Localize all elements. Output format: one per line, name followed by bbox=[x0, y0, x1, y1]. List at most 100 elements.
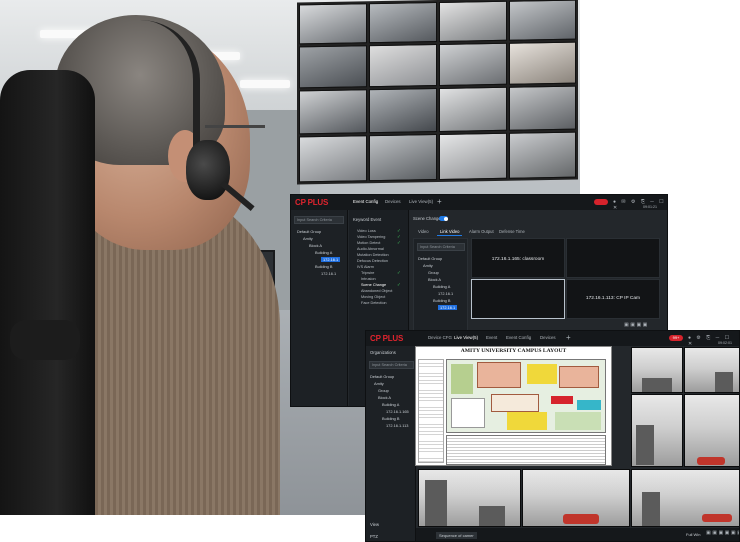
window-control-icons[interactable]: ● ✉ ⚙ ⎘ ─ ☐ ✕ bbox=[613, 199, 667, 211]
tab-device-cfg[interactable]: Device CFG bbox=[428, 335, 452, 340]
tree-item[interactable]: Amity bbox=[374, 381, 384, 386]
event-item[interactable]: Video Tampering bbox=[357, 235, 385, 239]
office-chair bbox=[0, 70, 95, 515]
cctv-video-wall bbox=[297, 0, 578, 185]
tree-item[interactable]: Default Group bbox=[297, 229, 321, 234]
search-input[interactable]: Input Search Criteria bbox=[294, 216, 344, 224]
tab-defense-time[interactable]: Defense Time bbox=[496, 228, 528, 235]
event-item[interactable]: Face Detection bbox=[361, 301, 387, 305]
scene-change-toggle[interactable] bbox=[439, 216, 448, 221]
camera-feed[interactable] bbox=[631, 347, 683, 393]
tree-item[interactable]: Building B bbox=[315, 264, 333, 269]
add-tab-button[interactable]: + bbox=[437, 197, 442, 206]
tree-item[interactable]: Amity bbox=[303, 236, 313, 241]
layout-buttons[interactable]: ▣▣▣▣▣▣ bbox=[706, 530, 739, 536]
tree-item[interactable]: 172.16.1 bbox=[321, 271, 336, 276]
tab-link-video[interactable]: Link Video bbox=[437, 228, 463, 236]
tree-item[interactable]: Group bbox=[428, 270, 439, 275]
tree-item[interactable]: Block A bbox=[378, 395, 391, 400]
tab-devices[interactable]: Devices bbox=[385, 199, 401, 204]
clock: 09:01:21 bbox=[643, 205, 657, 209]
camera-feed[interactable] bbox=[522, 469, 630, 527]
video-cell[interactable] bbox=[566, 238, 660, 278]
event-item[interactable]: Mutation Detection bbox=[357, 253, 389, 257]
tree-item[interactable]: Block A bbox=[309, 243, 322, 248]
check-icon: ✓ bbox=[397, 282, 401, 287]
alarm-badge[interactable]: 99+ bbox=[669, 335, 683, 341]
camera-feed[interactable] bbox=[684, 347, 739, 393]
ptz-section[interactable]: PTZ bbox=[370, 534, 378, 539]
event-item[interactable]: Audio Abnormal bbox=[357, 247, 384, 251]
tree-item[interactable]: 172.16.1.165 bbox=[386, 409, 409, 414]
event-item[interactable]: Defocus Detection bbox=[357, 259, 388, 263]
titlebar: CP PLUS Device CFG Live View(5) Event Ev… bbox=[366, 331, 739, 347]
tab-alarm-output[interactable]: Alarm Output bbox=[466, 228, 497, 235]
camera-feed[interactable] bbox=[631, 469, 739, 527]
tab-event[interactable]: Event bbox=[486, 335, 497, 340]
headset-icon bbox=[186, 140, 230, 200]
event-item[interactable]: Intrusion bbox=[361, 277, 376, 281]
cp-plus-logo: CP PLUS bbox=[295, 198, 329, 207]
panel-title: Keyword Event bbox=[353, 217, 382, 222]
ceiling-light bbox=[240, 80, 290, 88]
sequence-dropdown[interactable]: Sequence of camer bbox=[436, 532, 477, 539]
composite-stage: CP PLUS Event Config Devices Live View(5… bbox=[0, 0, 740, 542]
tree-item[interactable]: 172.16.1.113 bbox=[386, 423, 408, 428]
video-cell[interactable]: 172.16.1.113: CP IP Cam bbox=[566, 279, 660, 319]
event-item[interactable]: Motion Detect bbox=[357, 241, 380, 245]
campus-floor-plan bbox=[446, 359, 606, 433]
tree-item[interactable]: Default Group bbox=[370, 374, 394, 379]
tree-item[interactable]: 172.16.1 bbox=[438, 291, 453, 296]
cell-camera-label: 172.16.1.113: CP IP Cam bbox=[585, 296, 641, 301]
clock: 09:02:01 bbox=[718, 341, 732, 345]
camera-feed[interactable] bbox=[631, 394, 683, 467]
map-legend-column bbox=[418, 359, 444, 463]
cp-plus-logo: CP PLUS bbox=[370, 334, 404, 343]
scene-change-label: Scene Change bbox=[413, 216, 441, 221]
map-title: AMITY UNIVERSITY CAMPUS LAYOUT bbox=[460, 348, 567, 354]
full-window-dropdown[interactable]: Full Win bbox=[686, 532, 700, 537]
tree-item[interactable]: Building B bbox=[382, 416, 400, 421]
event-item[interactable]: Moving Object bbox=[361, 295, 385, 299]
check-icon: ✓ bbox=[397, 240, 401, 245]
organizations-panel: Organizations Input Search Criteria Defa… bbox=[366, 346, 416, 541]
tab-event-config[interactable]: Event Config bbox=[506, 335, 531, 340]
tree-item[interactable]: Block A bbox=[428, 277, 441, 282]
glasses bbox=[205, 125, 265, 135]
event-item[interactable]: Video Loss bbox=[357, 229, 376, 233]
tab-devices[interactable]: Devices bbox=[540, 335, 556, 340]
titlebar: CP PLUS Event Config Devices Live View(5… bbox=[291, 195, 667, 211]
camera-feed[interactable] bbox=[418, 469, 521, 527]
video-cell[interactable]: 172.16.1.165: classroom bbox=[471, 238, 565, 278]
search-input[interactable]: Input Search Criteria bbox=[417, 243, 465, 251]
event-item[interactable]: Tripwire bbox=[361, 271, 374, 275]
tree-item[interactable]: Building A bbox=[382, 402, 399, 407]
alarm-badge[interactable] bbox=[594, 199, 608, 205]
camera-feed[interactable] bbox=[684, 394, 739, 467]
tree-item[interactable]: Group bbox=[378, 388, 389, 393]
event-item[interactable]: IVS Alarm bbox=[357, 265, 374, 269]
tab-live-view[interactable]: Live View(5) bbox=[454, 335, 478, 340]
tree-item[interactable]: Default Group bbox=[418, 256, 442, 261]
tree-item-selected[interactable]: 172.16.1 bbox=[438, 305, 458, 310]
map-data-table bbox=[446, 435, 606, 465]
tree-item[interactable]: Building A bbox=[433, 284, 450, 289]
view-section[interactable]: View bbox=[370, 522, 379, 527]
tree-item[interactable]: Amity bbox=[423, 263, 433, 268]
tree-item[interactable]: Building A bbox=[315, 250, 332, 255]
panel-title: Organizations bbox=[370, 350, 396, 355]
event-item[interactable]: Abandoned Object bbox=[361, 289, 392, 293]
bottom-toolbar: Sequence of camer Full Win ▣▣▣▣▣▣ bbox=[416, 528, 739, 541]
search-input[interactable]: Input Search Criteria bbox=[369, 361, 414, 369]
event-item-selected[interactable]: Scene Change bbox=[361, 283, 386, 287]
tab-event-config[interactable]: Event Config bbox=[353, 199, 378, 204]
add-tab-button[interactable]: + bbox=[566, 333, 571, 342]
tree-item-selected[interactable]: 172.16.1 bbox=[321, 257, 341, 262]
campus-map[interactable]: AMITY UNIVERSITY CAMPUS LAYOUT bbox=[415, 346, 612, 466]
chair-armrest bbox=[10, 320, 80, 360]
tab-live-view[interactable]: Live View(5) bbox=[409, 199, 433, 204]
tree-item[interactable]: Building B bbox=[433, 298, 451, 303]
tab-video[interactable]: Video bbox=[415, 228, 432, 235]
video-cell-selected[interactable] bbox=[471, 279, 565, 319]
layout-buttons[interactable]: ▣▣▣▣ bbox=[624, 322, 649, 328]
